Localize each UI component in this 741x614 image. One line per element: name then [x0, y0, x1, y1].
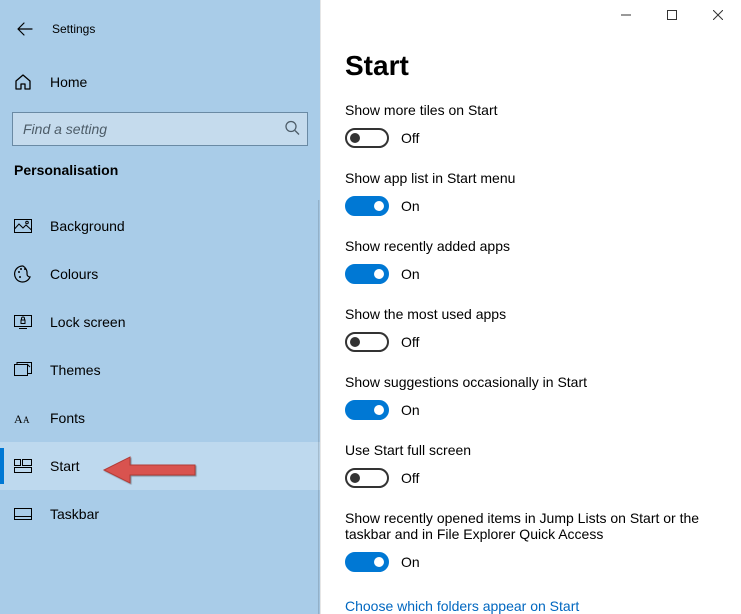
category-header: Personalisation [0, 162, 320, 194]
nav-list: Background Colours Lock screen Themes AA… [0, 202, 320, 538]
search-input[interactable] [12, 112, 308, 146]
setting-label: Show recently added apps [345, 238, 717, 254]
search-wrap [12, 112, 308, 146]
sidebar-item-lock-screen[interactable]: Lock screen [0, 298, 320, 346]
maximize-icon [667, 10, 677, 20]
setting-label: Show app list in Start menu [345, 170, 717, 186]
setting-label: Show suggestions occasionally in Start [345, 374, 717, 390]
setting-label: Show the most used apps [345, 306, 717, 322]
start-icon [14, 459, 40, 473]
close-icon [713, 10, 723, 20]
sidebar: Settings Home Personalisation Background… [0, 0, 320, 614]
toggle-jump-lists[interactable] [345, 552, 389, 572]
toggle-state: Off [401, 130, 419, 146]
setting-label: Use Start full screen [345, 442, 717, 458]
titlebar: Settings [0, 12, 320, 52]
toggle-most-used[interactable] [345, 332, 389, 352]
app-title: Settings [52, 22, 95, 36]
toggle-state: Off [401, 470, 419, 486]
sidebar-item-label: Taskbar [50, 506, 99, 522]
sidebar-item-start[interactable]: Start [0, 442, 320, 490]
sidebar-item-label: Start [50, 458, 80, 474]
minimize-button[interactable] [603, 0, 649, 30]
setting-jump-lists: Show recently opened items in Jump Lists… [345, 510, 717, 572]
sidebar-item-label: Fonts [50, 410, 85, 426]
sidebar-item-colours[interactable]: Colours [0, 250, 320, 298]
sidebar-item-taskbar[interactable]: Taskbar [0, 490, 320, 538]
toggle-state: On [401, 198, 420, 214]
maximize-button[interactable] [649, 0, 695, 30]
toggle-suggestions[interactable] [345, 400, 389, 420]
colours-icon [14, 265, 40, 283]
setting-more-tiles: Show more tiles on Start Off [345, 102, 717, 148]
back-arrow-icon [17, 21, 33, 37]
toggle-state: On [401, 266, 420, 282]
toggle-more-tiles[interactable] [345, 128, 389, 148]
toggle-full-screen[interactable] [345, 468, 389, 488]
setting-app-list: Show app list in Start menu On [345, 170, 717, 216]
content: Start Show more tiles on Start Off Show … [320, 0, 741, 614]
minimize-icon [621, 10, 631, 20]
main-panel: Start Show more tiles on Start Off Show … [320, 0, 741, 614]
close-button[interactable] [695, 0, 741, 30]
setting-label: Show recently opened items in Jump Lists… [345, 510, 717, 542]
setting-most-used: Show the most used apps Off [345, 306, 717, 352]
setting-recently-added: Show recently added apps On [345, 238, 717, 284]
toggle-state: On [401, 402, 420, 418]
sidebar-item-background[interactable]: Background [0, 202, 320, 250]
sidebar-item-label: Background [50, 218, 125, 234]
svg-text:A: A [14, 412, 23, 425]
themes-icon [14, 362, 40, 378]
home-label: Home [50, 74, 87, 90]
svg-text:A: A [23, 415, 30, 425]
choose-folders-link[interactable]: Choose which folders appear on Start [345, 598, 579, 614]
sidebar-item-label: Lock screen [50, 314, 125, 330]
sidebar-item-label: Colours [50, 266, 98, 282]
home-icon [14, 73, 40, 91]
home-nav[interactable]: Home [0, 62, 320, 102]
search-icon [284, 120, 300, 139]
fonts-icon: AA [14, 411, 40, 425]
toggle-app-list[interactable] [345, 196, 389, 216]
page-title: Start [345, 50, 717, 82]
window-controls [603, 0, 741, 30]
background-icon [14, 219, 40, 233]
toggle-recently-added[interactable] [345, 264, 389, 284]
setting-full-screen: Use Start full screen Off [345, 442, 717, 488]
setting-suggestions: Show suggestions occasionally in Start O… [345, 374, 717, 420]
taskbar-icon [14, 508, 40, 520]
toggle-state: On [401, 554, 420, 570]
sidebar-item-fonts[interactable]: AA Fonts [0, 394, 320, 442]
sidebar-item-themes[interactable]: Themes [0, 346, 320, 394]
setting-label: Show more tiles on Start [345, 102, 717, 118]
lock-screen-icon [14, 315, 40, 329]
sidebar-item-label: Themes [50, 362, 101, 378]
back-button[interactable] [14, 18, 36, 40]
toggle-state: Off [401, 334, 419, 350]
